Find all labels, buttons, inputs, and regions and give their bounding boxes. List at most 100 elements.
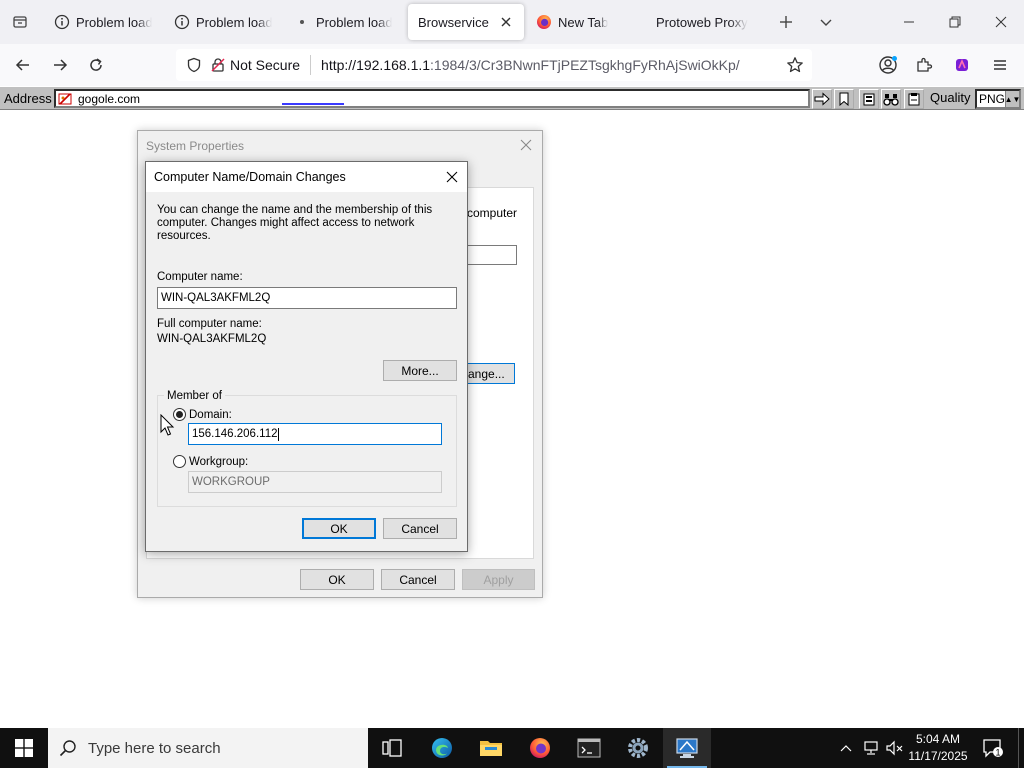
task-view-icon[interactable] bbox=[368, 728, 416, 768]
info-icon bbox=[54, 14, 70, 30]
cancel-button[interactable]: Cancel bbox=[383, 518, 457, 539]
tab-label: Protoweb Proxy bbox=[656, 14, 748, 30]
more-button[interactable]: More... bbox=[383, 360, 457, 381]
format-select[interactable]: PNG ▲▼ bbox=[975, 89, 1021, 109]
domain-value: 156.146.206.112 bbox=[192, 428, 278, 440]
address-label: Address bbox=[4, 91, 52, 106]
description-field[interactable] bbox=[467, 245, 517, 265]
notification-count: 1 bbox=[995, 748, 1000, 758]
link-underline bbox=[282, 103, 344, 105]
workgroup-input: WORKGROUP bbox=[188, 471, 442, 493]
tracking-shield-icon[interactable] bbox=[180, 57, 208, 73]
tab-problem-loading-3[interactable]: Problem loading page bbox=[284, 4, 402, 40]
url-bar[interactable]: Not Secure http://192.168.1.1:1984/3/Cr3… bbox=[176, 49, 812, 81]
close-icon[interactable] bbox=[518, 137, 534, 153]
close-icon[interactable] bbox=[443, 168, 461, 186]
member-of-label: Member of bbox=[164, 390, 225, 402]
list-all-tabs-chevron-down-icon[interactable] bbox=[814, 10, 838, 34]
extensions-puzzle-icon[interactable] bbox=[911, 52, 937, 78]
full-computer-name-value: WIN-QAL3AKFML2Q bbox=[157, 333, 267, 345]
windows-taskbar: Type here to search 5:04 AM 11/17/2025 1 bbox=[0, 728, 1024, 768]
taskbar-search-box[interactable]: Type here to search bbox=[48, 728, 368, 768]
broken-favicon-icon bbox=[58, 92, 72, 105]
format-value: PNG bbox=[979, 92, 1006, 106]
computer-name-input[interactable]: WIN-QAL3AKFML2Q bbox=[157, 287, 457, 309]
show-desktop-button[interactable] bbox=[1018, 728, 1024, 768]
url-path: :1984/3/Cr3BNwnFTjPEZTsgkhgFyRhAjSwiOkKp… bbox=[430, 57, 740, 73]
tab-protoweb-proxy[interactable]: Protoweb Proxy bbox=[646, 4, 764, 40]
address-input[interactable]: gogole.com bbox=[54, 89, 810, 108]
tab-strip: Problem loading page Problem loading pag… bbox=[0, 0, 1024, 44]
edge-browser-icon[interactable] bbox=[418, 728, 466, 768]
forward-arrow-icon[interactable] bbox=[47, 52, 73, 78]
file-explorer-icon[interactable] bbox=[467, 728, 515, 768]
tab-new-tab[interactable]: New Tab bbox=[526, 4, 644, 40]
terminal-icon[interactable] bbox=[565, 728, 613, 768]
tab-problem-loading-2[interactable]: Problem loading page bbox=[164, 4, 282, 40]
tab-browservice[interactable]: Browservice bbox=[408, 4, 524, 40]
bookmark-star-icon[interactable] bbox=[784, 54, 806, 76]
tab-label: New Tab bbox=[558, 14, 609, 30]
system-properties-title: System Properties bbox=[146, 139, 245, 153]
quality-label: Quality bbox=[930, 90, 971, 105]
notifications-icon[interactable]: 1 bbox=[978, 728, 1008, 768]
not-secure-label: Not Secure bbox=[230, 57, 301, 73]
binoculars-find-icon[interactable] bbox=[881, 89, 901, 109]
firefox-taskbar-icon[interactable] bbox=[516, 728, 564, 768]
url-text[interactable]: http://192.168.1.1:1984/3/Cr3BNwnFTjPEZT… bbox=[321, 57, 740, 73]
bookmark-icon[interactable] bbox=[834, 89, 854, 109]
account-icon[interactable] bbox=[875, 52, 901, 78]
description-fragment: computer bbox=[467, 206, 518, 220]
hamburger-menu-icon[interactable] bbox=[987, 52, 1013, 78]
ok-button[interactable]: OK bbox=[302, 518, 376, 539]
new-tab-icon[interactable] bbox=[774, 10, 798, 34]
dialog-title: Computer Name/Domain Changes bbox=[154, 170, 346, 184]
tab-problem-loading-1[interactable]: Problem loading page bbox=[44, 4, 162, 40]
url-separator bbox=[310, 55, 312, 75]
domain-label: Domain: bbox=[189, 409, 232, 421]
windows-start-icon[interactable] bbox=[0, 728, 48, 768]
restore-icon[interactable] bbox=[932, 0, 978, 44]
mouse-pointer-icon bbox=[160, 414, 175, 436]
extension-purple-icon[interactable] bbox=[949, 52, 975, 78]
apply-button: Apply bbox=[462, 569, 535, 590]
ok-button[interactable]: OK bbox=[300, 569, 374, 590]
spinner-arrows-icon[interactable]: ▲▼ bbox=[1005, 91, 1020, 107]
clock-date: 11/17/2025 bbox=[908, 749, 968, 763]
reload-icon[interactable] bbox=[83, 52, 109, 78]
taskbar-clock[interactable]: 5:04 AM 11/17/2025 bbox=[900, 731, 976, 765]
close-tab-icon[interactable] bbox=[498, 14, 514, 30]
workgroup-label: Workgroup: bbox=[189, 456, 249, 468]
paste-icon[interactable] bbox=[904, 89, 924, 109]
full-computer-name-label: Full computer name: bbox=[157, 318, 262, 330]
network-icon[interactable] bbox=[860, 728, 882, 768]
back-arrow-icon[interactable] bbox=[10, 52, 36, 78]
tab-label: Browservice bbox=[418, 14, 489, 30]
workgroup-value: WORKGROUP bbox=[192, 476, 270, 488]
settings-gear-icon[interactable] bbox=[614, 728, 662, 768]
clipboard-icon[interactable] bbox=[859, 89, 879, 109]
tab-label: Problem loading page bbox=[76, 14, 152, 30]
search-placeholder: Type here to search bbox=[88, 739, 221, 757]
dot-icon bbox=[294, 14, 310, 30]
dialog-description: You can change the name and the membersh… bbox=[157, 204, 433, 242]
show-hidden-icons-chevron-up-icon[interactable] bbox=[836, 728, 856, 768]
go-arrow-icon[interactable] bbox=[812, 89, 832, 109]
search-icon bbox=[48, 739, 88, 757]
text-caret bbox=[278, 427, 280, 441]
cancel-button[interactable]: Cancel bbox=[381, 569, 455, 590]
firefox-view-icon[interactable] bbox=[8, 10, 32, 34]
insecure-lock-icon[interactable] bbox=[208, 57, 228, 73]
workgroup-radio[interactable] bbox=[173, 455, 186, 468]
remote-desktop-icon[interactable] bbox=[663, 728, 711, 768]
computer-name-label: Computer name: bbox=[157, 271, 243, 283]
clock-time: 5:04 AM bbox=[915, 732, 961, 746]
domain-input[interactable]: 156.146.206.112 bbox=[188, 423, 442, 445]
minimize-icon[interactable] bbox=[886, 0, 932, 44]
computer-name-domain-changes-dialog: Computer Name/Domain Changes You can cha… bbox=[145, 161, 468, 552]
close-window-icon[interactable] bbox=[978, 0, 1024, 44]
navigation-bar: Not Secure http://192.168.1.1:1984/3/Cr3… bbox=[0, 44, 1024, 86]
url-host: http://192.168.1.1 bbox=[321, 57, 431, 73]
address-value: gogole.com bbox=[78, 91, 141, 106]
tab-label: Problem loading page bbox=[196, 14, 272, 30]
